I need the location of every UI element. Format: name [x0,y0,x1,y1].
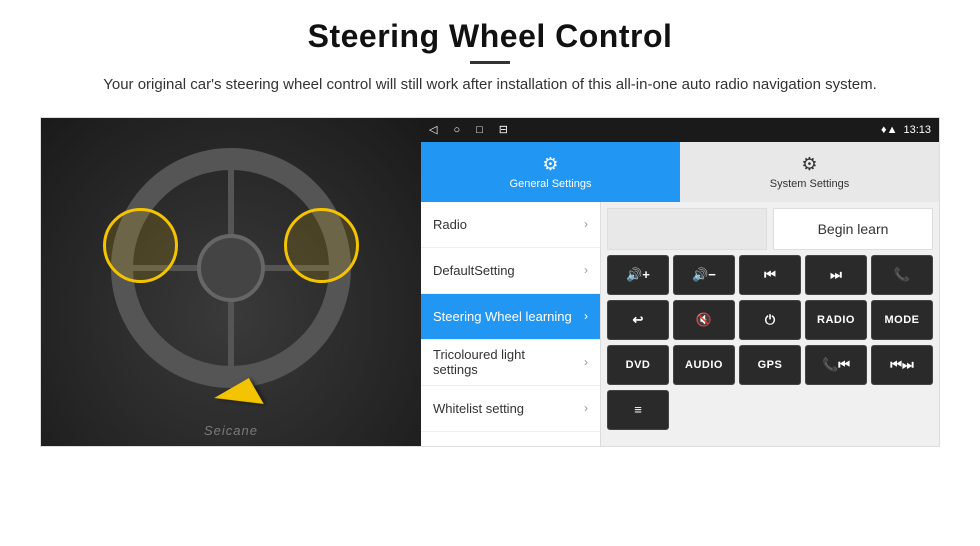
vol-down-icon: 🔊− [692,267,716,283]
nav-icons: ◁ ○ □ ⊟ [429,123,508,136]
audio-btn[interactable]: AUDIO [673,345,735,385]
menu-icon[interactable]: ⊟ [499,123,508,136]
chevron-tricoloured: › [584,355,588,369]
phone-icon: 📞 [894,267,910,283]
back-icon: ↩ [633,312,644,328]
back-call-btn[interactable]: ↩ [607,300,669,340]
control-row-2: ↩ 🔇 ⏻ RADIO MODE [607,300,933,340]
time-display: 13:13 [903,124,931,136]
phone-prev-icon: 📞⏮ [822,357,850,373]
blank-area [607,208,767,250]
control-row-1: 🔊+ 🔊− ⏮ ⏭ 📞 [607,255,933,295]
page-container: Steering Wheel Control Your original car… [0,0,980,546]
mode-btn[interactable]: MODE [871,300,933,340]
steering-wheel-photo: Seicane [41,118,421,446]
prev-icon: ⏮ [764,267,776,283]
vol-up-btn[interactable]: 🔊+ [607,255,669,295]
tab-general-settings[interactable]: ⚙ General Settings [421,142,680,202]
status-bar: ◁ ○ □ ⊟ ♦▲ 13:13 [421,118,939,142]
settings-menu: Radio › DefaultSetting › Steering Wheel … [421,202,601,446]
tab-system-label: System Settings [770,178,849,190]
list-btn[interactable]: ≡ [607,390,669,430]
menu-label-radio: Radio [433,217,467,232]
chevron-radio: › [584,217,588,231]
vol-up-icon: 🔊+ [626,267,650,283]
system-settings-icon: ⚙ [801,154,817,175]
audio-label: AUDIO [685,359,723,371]
dvd-btn[interactable]: DVD [607,345,669,385]
menu-item-tricoloured[interactable]: Tricoloured lightsettings › [421,340,600,386]
gps-label: GPS [758,359,783,371]
vol-down-btn[interactable]: 🔊− [673,255,735,295]
chevron-default: › [584,263,588,277]
prev-next-icon: ⏮⏭ [890,357,913,373]
menu-item-steering-wheel[interactable]: Steering Wheel learning › [421,294,600,340]
begin-learn-button[interactable]: Begin learn [773,208,933,250]
prev-next-btn[interactable]: ⏮⏭ [871,345,933,385]
watermark: Seicane [204,423,258,438]
radio-label: RADIO [817,314,855,326]
phone-prev-btn[interactable]: 📞⏮ [805,345,867,385]
status-right: ♦▲ 13:13 [881,124,931,136]
tricoloured-row: Tricoloured lightsettings › [433,347,588,377]
mute-icon: 🔇 [696,312,712,328]
prev-track-btn[interactable]: ⏮ [739,255,801,295]
power-btn[interactable]: ⏻ [739,300,801,340]
spoke-vertical [228,170,234,366]
gps-btn[interactable]: GPS [739,345,801,385]
recent-icon[interactable]: □ [476,124,483,136]
content-area: Seicane ◁ ○ □ ⊟ ♦▲ 13:13 ⚙ [40,117,940,447]
general-settings-icon: ⚙ [542,154,558,175]
mute-btn[interactable]: 🔇 [673,300,735,340]
control-panel: Begin learn 🔊+ 🔊− ⏮ [601,202,939,446]
arrow-container [219,386,259,416]
phone-btn[interactable]: 📞 [871,255,933,295]
settings-tabs: ⚙ General Settings ⚙ System Settings [421,142,939,202]
menu-label-tricoloured: Tricoloured lightsettings [433,347,525,377]
highlight-left-buttons [103,208,178,283]
dvd-label: DVD [626,359,651,371]
menu-label-whitelist: Whitelist setting [433,401,524,416]
tab-system-settings[interactable]: ⚙ System Settings [680,142,939,202]
chevron-steering: › [584,309,588,323]
menu-item-default-setting[interactable]: DefaultSetting › [421,248,600,294]
title-divider [470,61,510,64]
menu-label-steering: Steering Wheel learning [433,309,572,324]
title-section: Steering Wheel Control Your original car… [103,18,877,111]
menu-label-default: DefaultSetting [433,263,515,278]
settings-body: Radio › DefaultSetting › Steering Wheel … [421,202,939,446]
control-row-3: DVD AUDIO GPS 📞⏮ ⏮⏭ [607,345,933,385]
menu-item-whitelist[interactable]: Whitelist setting › [421,386,600,432]
chevron-whitelist: › [584,401,588,415]
control-row-4: ≡ [607,390,933,430]
power-icon: ⏻ [765,312,775,328]
page-title: Steering Wheel Control [103,18,877,55]
next-track-btn[interactable]: ⏭ [805,255,867,295]
back-icon[interactable]: ◁ [429,123,437,136]
next-icon: ⏭ [830,267,842,283]
list-icon: ≡ [634,402,642,417]
menu-item-radio[interactable]: Radio › [421,202,600,248]
android-panel: ◁ ○ □ ⊟ ♦▲ 13:13 ⚙ General Settings ⚙ [421,118,939,446]
page-subtitle: Your original car's steering wheel contr… [103,74,877,97]
radio-btn[interactable]: RADIO [805,300,867,340]
mode-label: MODE [885,314,920,326]
top-control-row: Begin learn [607,208,933,250]
home-icon[interactable]: ○ [453,124,460,136]
highlight-right-buttons [284,208,359,283]
signal-icon: ♦▲ [881,124,898,136]
tab-general-label: General Settings [510,178,592,190]
